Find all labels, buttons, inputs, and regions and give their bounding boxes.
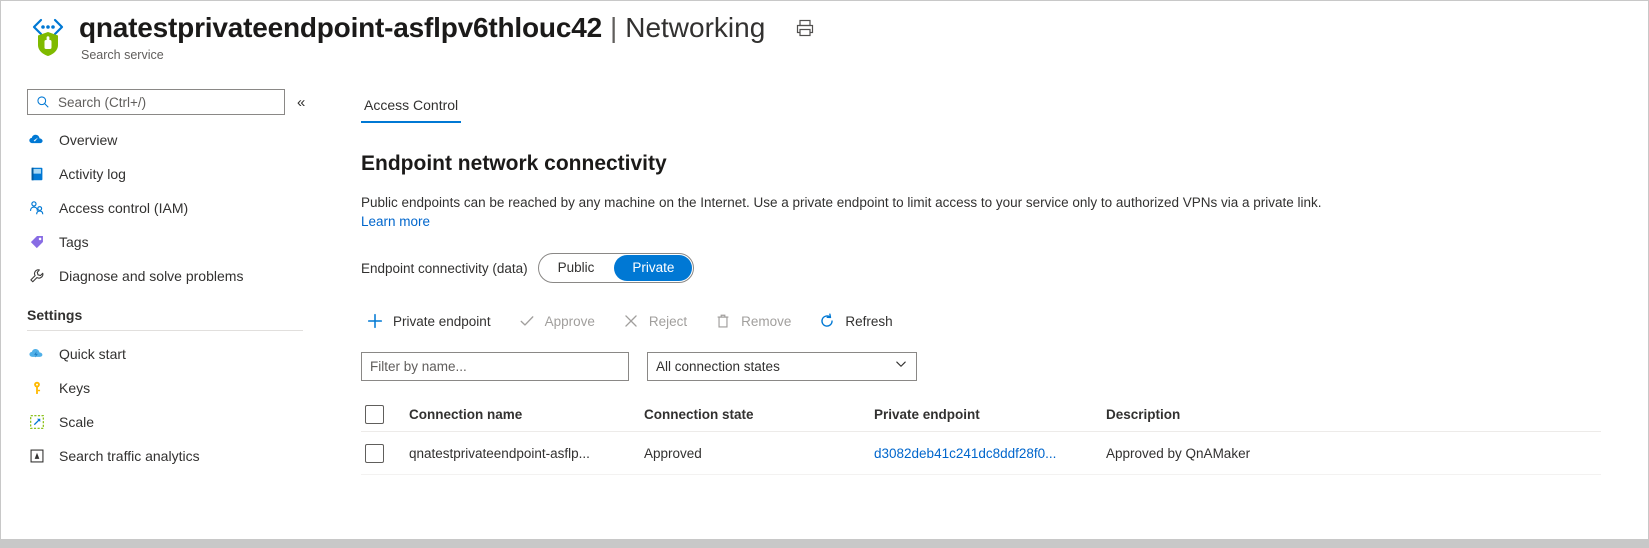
- learn-more-link[interactable]: Learn more: [361, 214, 430, 229]
- reject-button[interactable]: Reject: [617, 307, 697, 335]
- private-endpoint-connections-table: Connection name Connection state Private…: [361, 397, 1601, 475]
- remove-button[interactable]: Remove: [709, 307, 801, 335]
- toolbar-label: Remove: [741, 314, 791, 329]
- connectivity-option-private[interactable]: Private: [614, 255, 692, 281]
- toolbar-label: Reject: [649, 314, 687, 329]
- cloud-icon: [27, 130, 47, 150]
- sidebar-section-settings: Settings: [1, 307, 341, 331]
- sidebar-item-keys[interactable]: Keys: [1, 371, 341, 405]
- sidebar-item-label: Overview: [59, 132, 117, 148]
- refresh-icon: [817, 311, 837, 331]
- row-select-cell: [361, 444, 409, 463]
- title-separator: |: [610, 11, 617, 45]
- table-header-row: Connection name Connection state Private…: [361, 397, 1601, 432]
- sidebar-item-label: Search traffic analytics: [59, 448, 200, 464]
- sidebar-item-tags[interactable]: Tags: [1, 225, 341, 259]
- cell-connection-state: Approved: [644, 446, 874, 461]
- add-private-endpoint-button[interactable]: Private endpoint: [361, 307, 501, 335]
- scale-arrow-icon: [27, 412, 47, 432]
- sidebar-settings-list: Quick start Keys: [1, 337, 341, 473]
- wrench-icon: [27, 266, 47, 286]
- chevron-down-icon: [894, 357, 908, 376]
- sidebar-item-quick-start[interactable]: Quick start: [1, 337, 341, 371]
- private-endpoint-link[interactable]: d3082deb41c241dc8ddf28f0...: [874, 446, 1056, 461]
- sidebar: « Overview: [1, 79, 341, 548]
- bottom-scroll-strip[interactable]: [1, 539, 1648, 547]
- analytics-icon: [27, 446, 47, 466]
- sidebar-item-label: Diagnose and solve problems: [59, 268, 243, 284]
- sidebar-item-access-control[interactable]: Access control (IAM): [1, 191, 341, 225]
- tag-icon: [27, 232, 47, 252]
- select-all-cell: [361, 405, 409, 424]
- sidebar-item-activity-log[interactable]: Activity log: [1, 157, 341, 191]
- column-header-description[interactable]: Description: [1106, 407, 1601, 422]
- page-title: qnatestprivateendpoint-asflpv6thlouc42 |…: [79, 11, 815, 45]
- select-all-checkbox[interactable]: [365, 405, 384, 424]
- endpoint-connectivity-row: Endpoint connectivity (data) Public Priv…: [361, 253, 1648, 283]
- sidebar-item-label: Tags: [59, 234, 89, 250]
- sidebar-item-diagnose[interactable]: Diagnose and solve problems: [1, 259, 341, 293]
- connection-state-selected: All connection states: [656, 359, 894, 374]
- sidebar-nav-list: Overview Activity log: [1, 123, 341, 293]
- connection-state-dropdown[interactable]: All connection states: [647, 352, 917, 381]
- sidebar-item-label: Access control (IAM): [59, 200, 188, 216]
- sidebar-item-label: Scale: [59, 414, 94, 430]
- key-icon: [27, 378, 47, 398]
- column-header-connection-name[interactable]: Connection name: [409, 407, 644, 422]
- page-name: Networking: [625, 11, 765, 45]
- azure-portal-networking-screen: qnatestprivateendpoint-asflpv6thlouc42 |…: [0, 0, 1649, 548]
- cell-description: Approved by QnAMaker: [1106, 446, 1601, 461]
- collapse-sidebar-button[interactable]: «: [297, 95, 305, 110]
- cloud-lightning-icon: [27, 344, 47, 364]
- print-icon[interactable]: [795, 18, 815, 38]
- approve-button[interactable]: Approve: [513, 307, 605, 335]
- column-header-connection-state[interactable]: Connection state: [644, 407, 874, 422]
- sidebar-item-search-traffic-analytics[interactable]: Search traffic analytics: [1, 439, 341, 473]
- sidebar-item-label: Keys: [59, 380, 90, 396]
- toolbar-label: Approve: [545, 314, 595, 329]
- search-box[interactable]: [27, 89, 285, 115]
- x-icon: [621, 311, 641, 331]
- tab-access-control[interactable]: Access Control: [361, 97, 461, 123]
- cell-connection-name: qnatestprivateendpoint-asflp...: [409, 446, 644, 461]
- cell-private-endpoint: d3082deb41c241dc8ddf28f0...: [874, 446, 1106, 461]
- table-row[interactable]: qnatestprivateendpoint-asflp... Approved…: [361, 432, 1601, 475]
- people-icon: [27, 198, 47, 218]
- sidebar-item-label: Activity log: [59, 166, 126, 182]
- book-icon: [27, 164, 47, 184]
- endpoint-connectivity-label: Endpoint connectivity (data): [361, 261, 528, 276]
- toolbar-label: Refresh: [845, 314, 892, 329]
- row-checkbox[interactable]: [365, 444, 384, 463]
- command-toolbar: Private endpoint Approve Reject: [361, 307, 1648, 335]
- sidebar-section-divider: [27, 330, 303, 331]
- section-description: Public endpoints can be reached by any m…: [361, 193, 1541, 231]
- main-content: Access Control Endpoint network connecti…: [341, 79, 1648, 547]
- endpoint-connectivity-toggle[interactable]: Public Private: [538, 253, 695, 283]
- trash-icon: [713, 311, 733, 331]
- filter-by-name-input[interactable]: [361, 352, 629, 381]
- toolbar-label: Private endpoint: [393, 314, 491, 329]
- tab-bar: Access Control: [361, 97, 1648, 123]
- resource-type-label: Search service: [81, 48, 815, 62]
- sidebar-item-overview[interactable]: Overview: [1, 123, 341, 157]
- sidebar-item-scale[interactable]: Scale: [1, 405, 341, 439]
- search-input[interactable]: [56, 94, 260, 111]
- plus-icon: [365, 311, 385, 331]
- filter-row: All connection states: [361, 352, 1648, 381]
- resource-name: qnatestprivateendpoint-asflpv6thlouc42: [79, 11, 602, 45]
- section-description-text: Public endpoints can be reached by any m…: [361, 195, 1322, 210]
- sidebar-search-row: «: [1, 85, 341, 115]
- check-icon: [517, 311, 537, 331]
- search-service-icon: [27, 14, 69, 58]
- sidebar-item-label: Quick start: [59, 346, 126, 362]
- sidebar-section-title: Settings: [27, 307, 305, 330]
- refresh-button[interactable]: Refresh: [813, 307, 902, 335]
- section-title: Endpoint network connectivity: [361, 152, 1648, 176]
- column-header-private-endpoint[interactable]: Private endpoint: [874, 407, 1106, 422]
- search-icon: [36, 95, 50, 109]
- connectivity-option-public[interactable]: Public: [540, 255, 613, 281]
- page-header: qnatestprivateendpoint-asflpv6thlouc42 |…: [1, 1, 1648, 79]
